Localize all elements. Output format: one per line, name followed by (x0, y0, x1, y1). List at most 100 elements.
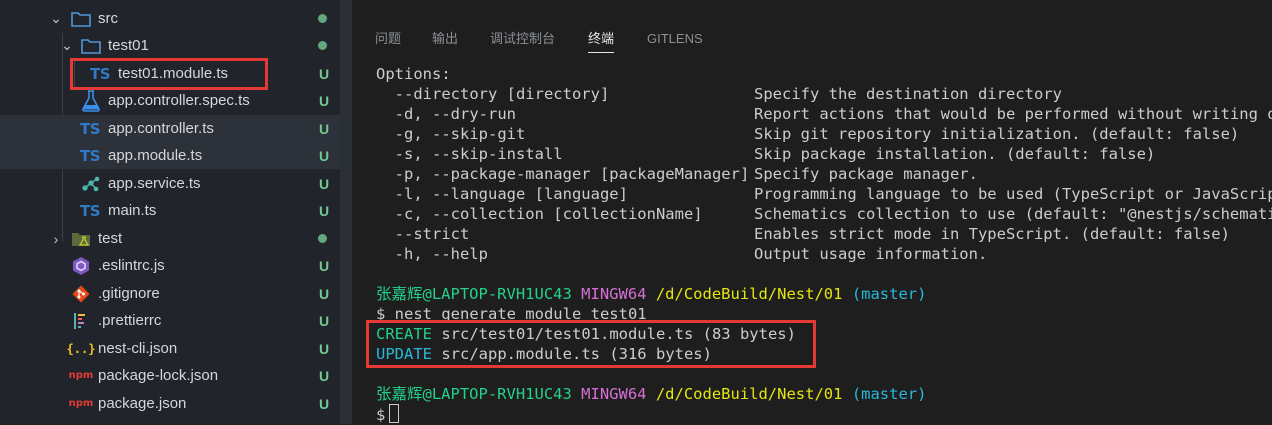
option-flag: -l, --language [language] (376, 185, 628, 203)
modified-dot-badge (318, 234, 327, 243)
tree-item-label: package-lock.json (98, 367, 219, 384)
git-icon (71, 284, 91, 304)
prompt-path: /d/CodeBuild/Nest/01 (655, 385, 843, 403)
option-description: Skip git repository initialization. (def… (754, 125, 1240, 143)
tree-item-main-ts[interactable]: TS main.ts U (0, 197, 340, 224)
tree-item-label: .prettierrc (98, 312, 162, 329)
tree-item-test01-module-ts[interactable]: TS test01.module.ts U (0, 60, 340, 87)
tree-item-label: app.controller.spec.ts (108, 92, 250, 109)
tree-item-test01[interactable]: ⌄ test01 (0, 32, 340, 59)
result-line: UPDATE src/app.module.ts (316 bytes) (376, 344, 712, 364)
folder-icon (71, 9, 91, 29)
prompt-env: MINGW64 (581, 385, 647, 403)
typescript-icon: TS (79, 146, 101, 165)
tree-item-nest-cli-json[interactable]: {..} nest-cli.json U (0, 335, 340, 362)
result-action: CREATE (376, 325, 432, 343)
prompt-user: 张嘉辉@LAPTOP-RVH1UC43 (376, 285, 572, 303)
chevron-right-icon: › (53, 230, 59, 247)
untracked-badge: U (319, 65, 330, 82)
prettier-icon (71, 311, 91, 331)
panel-separator[interactable] (340, 0, 352, 424)
result-text: src/app.module.ts (316 bytes) (441, 345, 712, 363)
tree-item-test[interactable]: › test (0, 225, 340, 252)
tab-problems[interactable]: 问题 (375, 26, 401, 52)
npm-icon: npm (68, 370, 94, 381)
tree-item-src[interactable]: ⌄ src (0, 5, 340, 32)
option-flag: -h, --help (376, 245, 488, 263)
prompt-line: 张嘉辉@LAPTOP-RVH1UC43 MINGW64 /d/CodeBuild… (376, 384, 926, 404)
untracked-badge: U (319, 285, 330, 302)
tab-terminal[interactable]: 终端 (588, 26, 615, 53)
tree-item-label: main.ts (108, 202, 157, 219)
prompt-path: /d/CodeBuild/Nest/01 (655, 285, 843, 303)
tree-item-label: app.service.ts (108, 175, 201, 192)
input-prompt: $ (376, 406, 386, 424)
tree-item-label: test01.module.ts (118, 65, 229, 82)
panel-tabs: 问题 输出 调试控制台 终端 GITLENS (352, 26, 1272, 56)
tree-item-label: app.module.ts (108, 147, 203, 164)
option-flag: -s, --skip-install (376, 145, 563, 163)
typescript-icon: TS (89, 64, 111, 83)
tree-item-package-json[interactable]: npm package.json U (0, 390, 340, 417)
tree-item-label: package.json (98, 395, 187, 412)
tree-item-app-service-ts[interactable]: app.service.ts U (0, 170, 340, 197)
terminal-output[interactable]: Options: --directory [directory] Specify… (366, 64, 1272, 424)
modified-dot-badge (318, 41, 327, 50)
eslint-icon (71, 256, 91, 276)
option-description: Report actions that would be performed w… (754, 105, 1272, 123)
untracked-badge: U (319, 202, 330, 219)
tree-item-label: .gitignore (98, 285, 160, 302)
untracked-badge: U (319, 367, 330, 384)
tree-item-app-controller-ts[interactable]: TS app.controller.ts U (0, 115, 340, 142)
option-flag: --strict (376, 225, 470, 243)
json-icon: {..} (66, 341, 96, 356)
tree-item-label: src (98, 10, 118, 27)
tab-gitlens[interactable]: GITLENS (647, 26, 703, 52)
flask-icon (81, 89, 101, 112)
option-flag: --directory [directory] (376, 85, 610, 103)
tree-item-label: nest-cli.json (98, 340, 178, 357)
typescript-icon: TS (79, 201, 101, 220)
tree-item-eslintrc-js[interactable]: .eslintrc.js U (0, 252, 340, 279)
tab-debug-console[interactable]: 调试控制台 (490, 26, 555, 52)
untracked-badge: U (319, 120, 330, 137)
option-flag: -p, --package-manager [packageManager] (376, 165, 750, 183)
tree-item-package-lock-json[interactable]: npm package-lock.json U (0, 362, 340, 389)
tree-item-label: test01 (108, 37, 149, 54)
untracked-badge: U (319, 340, 330, 357)
untracked-badge: U (319, 92, 330, 109)
tab-output[interactable]: 输出 (432, 26, 458, 52)
prompt-env: MINGW64 (581, 285, 647, 303)
untracked-badge: U (319, 395, 330, 412)
result-action: UPDATE (376, 345, 432, 363)
option-description: Specify the destination directory (754, 85, 1062, 103)
option-description: Output usage information. (754, 245, 988, 263)
options-header: Options: (376, 65, 451, 83)
option-description: Specify package manager. (754, 165, 978, 183)
command-line: $ nest generate module test01 (376, 305, 647, 323)
result-line: CREATE src/test01/test01.module.ts (83 b… (376, 324, 796, 344)
option-flag: -c, --collection [collectionName] (376, 205, 703, 223)
tree-item-gitignore[interactable]: .gitignore U (0, 280, 340, 307)
tree-item-app-module-ts[interactable]: TS app.module.ts U (0, 142, 340, 169)
option-flag: -g, --skip-git (376, 125, 526, 143)
service-icon (81, 174, 101, 194)
terminal-cursor (389, 404, 400, 423)
prompt-line: 张嘉辉@LAPTOP-RVH1UC43 MINGW64 /d/CodeBuild… (376, 284, 926, 304)
tree-item-label: .eslintrc.js (98, 257, 165, 274)
file-explorer: ⌄ src ⌄ test01 TS test01.module.ts U app… (0, 0, 340, 424)
folder-icon (81, 36, 101, 56)
input-line[interactable]: $ (376, 404, 400, 424)
option-description: Programming language to be used (TypeScr… (754, 185, 1272, 203)
test-folder-icon (71, 229, 91, 249)
tree-item-prettierrc[interactable]: .prettierrc U (0, 307, 340, 334)
typescript-icon: TS (79, 119, 101, 138)
tree-item-app-controller-spec-ts[interactable]: app.controller.spec.ts U (0, 87, 340, 114)
prompt-branch: (master) (851, 285, 927, 303)
tree-item-label: app.controller.ts (108, 120, 214, 137)
modified-dot-badge (318, 14, 327, 23)
untracked-badge: U (319, 175, 330, 192)
terminal-panel: 问题 输出 调试控制台 终端 GITLENS Options: --direct… (352, 0, 1272, 424)
npm-icon: npm (68, 398, 94, 409)
option-description: Skip package installation. (default: fal… (754, 145, 1156, 163)
